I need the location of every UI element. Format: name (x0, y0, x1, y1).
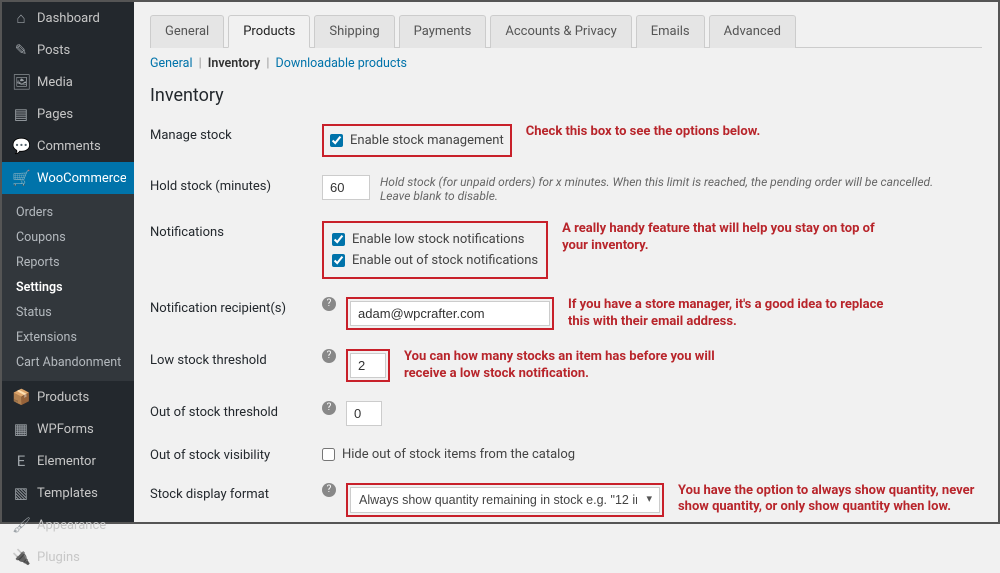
manage-stock-checkbox[interactable] (330, 134, 343, 147)
display-format-select[interactable]: Always show quantity remaining in stock … (350, 487, 660, 513)
settings-panel: General Products Shipping Payments Accou… (134, 2, 998, 522)
sidebar-item-wpforms[interactable]: ▦WPForms (2, 413, 134, 445)
label-display-format: Stock display format (150, 483, 322, 502)
wp-admin-sidebar: ⌂Dashboard ✎Posts 🖼Media ▤Pages 💬Comment… (2, 2, 134, 522)
dashboard-icon: ⌂ (12, 9, 30, 27)
out-stock-notif-checkbox[interactable] (332, 254, 345, 267)
submenu-orders[interactable]: Orders (2, 200, 134, 225)
tab-accounts-privacy[interactable]: Accounts & Privacy (490, 15, 631, 48)
help-icon[interactable]: ? (322, 483, 336, 497)
out-stock-notif-row[interactable]: Enable out of stock notifications (332, 250, 538, 271)
tab-advanced[interactable]: Advanced (709, 15, 796, 48)
label-low-threshold: Low stock threshold (150, 349, 322, 368)
hide-out-of-stock-row[interactable]: Hide out of stock items from the catalog (322, 444, 575, 465)
sidebar-item-dashboard[interactable]: ⌂Dashboard (2, 2, 134, 34)
sidebar-item-woocommerce[interactable]: 🛒WooCommerce (2, 162, 134, 194)
tab-general[interactable]: General (150, 15, 224, 48)
woocommerce-submenu: Orders Coupons Reports Settings Status E… (2, 194, 134, 381)
sidebar-item-media[interactable]: 🖼Media (2, 66, 134, 98)
out-stock-notif-label: Enable out of stock notifications (352, 253, 538, 268)
pin-icon: ✎ (12, 41, 30, 59)
label-recipient: Notification recipient(s) (150, 297, 322, 316)
sidebar-item-comments[interactable]: 💬Comments (2, 130, 134, 162)
subtab-downloadable[interactable]: Downloadable products (275, 56, 407, 71)
label-out-visibility: Out of stock visibility (150, 444, 322, 463)
sidebar-item-posts[interactable]: ✎Posts (2, 34, 134, 66)
subtab-general[interactable]: General (150, 56, 193, 71)
settings-tabs: General Products Shipping Payments Accou… (150, 14, 982, 48)
sidebar-item-plugins[interactable]: 🔌Plugins (2, 541, 134, 573)
sidebar-item-templates[interactable]: ▧Templates (2, 477, 134, 509)
low-stock-notif-checkbox[interactable] (332, 233, 345, 246)
pages-icon: ▤ (12, 105, 30, 123)
label-notifications: Notifications (150, 221, 322, 240)
manage-stock-checkbox-label: Enable stock management (350, 133, 504, 148)
sidebar-item-elementor[interactable]: EElementor (2, 445, 134, 477)
tab-products[interactable]: Products (228, 15, 310, 48)
products-subtabs: General | Inventory | Downloadable produ… (150, 56, 982, 71)
sidebar-item-pages[interactable]: ▤Pages (2, 98, 134, 130)
woocommerce-icon: 🛒 (12, 169, 30, 187)
label-out-threshold: Out of stock threshold (150, 401, 322, 420)
templates-icon: ▧ (12, 484, 30, 502)
comments-icon: 💬 (12, 137, 30, 155)
help-icon[interactable]: ? (322, 297, 336, 311)
submenu-cart-abandonment[interactable]: Cart Abandonment (2, 350, 134, 375)
tab-payments[interactable]: Payments (399, 15, 487, 48)
submenu-extensions[interactable]: Extensions (2, 325, 134, 350)
help-icon[interactable]: ? (322, 349, 336, 363)
submenu-settings[interactable]: Settings (2, 275, 134, 300)
sidebar-item-products[interactable]: 📦Products (2, 381, 134, 413)
out-threshold-input[interactable] (346, 401, 382, 426)
annotation-manage-stock: Check this box to see the options below. (526, 124, 761, 141)
hold-stock-description: Hold stock (for unpaid orders) for x min… (380, 175, 940, 203)
wpforms-icon: ▦ (12, 420, 30, 438)
low-stock-notif-row[interactable]: Enable low stock notifications (332, 229, 538, 250)
recipient-input[interactable] (350, 301, 550, 326)
annotation-display-format: You have the option to always show quant… (678, 483, 982, 517)
hold-stock-input[interactable] (322, 175, 370, 200)
subtab-inventory[interactable]: Inventory (208, 56, 260, 71)
sidebar-item-appearance[interactable]: 🖌Appearance (2, 509, 134, 541)
highlight-low-threshold (346, 349, 390, 382)
submenu-reports[interactable]: Reports (2, 250, 134, 275)
label-manage-stock: Manage stock (150, 124, 322, 143)
annotation-recipient: If you have a store manager, it's a good… (568, 297, 908, 331)
label-hold-stock: Hold stock (minutes) (150, 175, 322, 194)
highlight-display-format: Always show quantity remaining in stock … (346, 483, 664, 517)
section-title: Inventory (150, 85, 982, 106)
tab-shipping[interactable]: Shipping (314, 15, 394, 48)
annotation-notifications: A really handy feature that will help yo… (562, 221, 902, 255)
submenu-status[interactable]: Status (2, 300, 134, 325)
tab-emails[interactable]: Emails (636, 15, 705, 48)
hide-out-of-stock-checkbox[interactable] (322, 448, 335, 461)
highlight-recipient (346, 297, 554, 330)
hide-out-of-stock-label: Hide out of stock items from the catalog (342, 447, 575, 462)
low-stock-notif-label: Enable low stock notifications (352, 232, 524, 247)
appearance-icon: 🖌 (12, 516, 30, 534)
products-icon: 📦 (12, 388, 30, 406)
manage-stock-checkbox-row[interactable]: Enable stock management (330, 130, 504, 151)
highlight-notifications: Enable low stock notifications Enable ou… (322, 221, 548, 279)
low-threshold-input[interactable] (350, 353, 386, 378)
highlight-manage-stock: Enable stock management (322, 124, 512, 157)
plugins-icon: 🔌 (12, 548, 30, 566)
media-icon: 🖼 (12, 73, 30, 91)
submenu-coupons[interactable]: Coupons (2, 225, 134, 250)
annotation-low-threshold: You can how many stocks an item has befo… (404, 349, 744, 383)
help-icon[interactable]: ? (322, 401, 336, 415)
elementor-icon: E (12, 452, 30, 470)
